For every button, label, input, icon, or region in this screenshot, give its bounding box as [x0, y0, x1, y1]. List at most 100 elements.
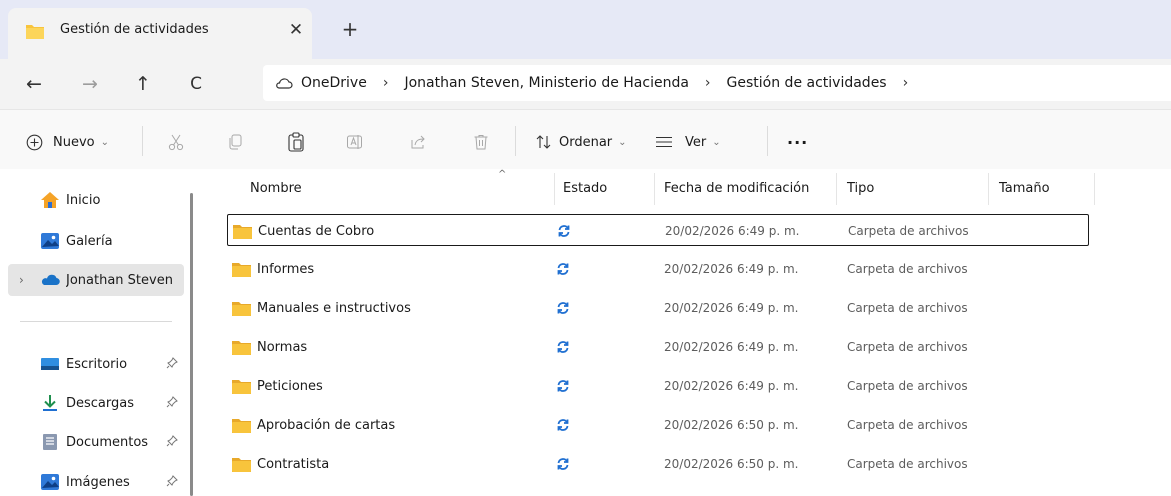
sort-button[interactable]: Ordenar ⌄	[535, 130, 627, 154]
chevron-down-icon: ⌄	[618, 136, 627, 148]
table-row[interactable]: Manuales e instructivos 20/02/2026 6:49 p…	[227, 292, 1089, 324]
tab-strip: Gestión de actividades ✕ +	[0, 0, 1171, 59]
paste-button[interactable]	[287, 130, 305, 154]
file-name-cell[interactable]: Informes	[231, 253, 314, 285]
file-name-cell[interactable]: Cuentas de Cobro	[232, 215, 374, 247]
file-name: Manuales e instructivos	[257, 300, 411, 316]
file-name-cell[interactable]: Contratista	[231, 448, 329, 480]
nav-scrollbar[interactable]	[190, 193, 193, 496]
file-name-cell[interactable]: Peticiones	[231, 370, 323, 402]
file-name: Normas	[257, 339, 308, 355]
back-button[interactable]: ←	[19, 69, 49, 99]
folder-icon	[232, 418, 251, 433]
view-button[interactable]: Ver ⌄	[655, 130, 721, 154]
sidebar-item-label: Imágenes	[66, 474, 130, 490]
pin-icon[interactable]	[166, 474, 178, 490]
column-header-date[interactable]: Fecha de modificación	[664, 169, 809, 207]
tab-gestion-actividades[interactable]: Gestión de actividades ✕	[8, 8, 312, 59]
table-row[interactable]: Normas 20/02/2026 6:49 p. m. Carpeta de ar…	[227, 331, 1089, 363]
command-bar: Nuevo ⌄ Ordenar ⌄ Ver ⌄ ···	[0, 109, 1171, 169]
new-tab-button[interactable]: +	[337, 17, 363, 41]
refresh-button[interactable]: C	[181, 69, 211, 99]
type-cell: Carpeta de archivos	[847, 262, 968, 276]
breadcrumb-item-jonathan[interactable]: Jonathan Steven, Ministerio de Hacienda	[404, 75, 688, 91]
sync-icon	[557, 341, 569, 353]
up-button[interactable]: ↑	[128, 69, 158, 99]
column-header-name[interactable]: Nombre	[250, 169, 302, 207]
chevron-right-icon[interactable]: ›	[383, 75, 389, 91]
documents-icon	[43, 434, 57, 450]
table-row[interactable]: Aprobación de cartas 20/02/2026 6:50 p. m…	[227, 409, 1089, 441]
status-cell	[556, 331, 570, 363]
breadcrumb: OneDrive › Jonathan Steven, Ministerio d…	[275, 65, 924, 101]
nav-divider	[20, 321, 172, 322]
delete-button[interactable]	[472, 130, 490, 154]
sidebar-item-escritorio[interactable]: Escritorio	[8, 348, 184, 380]
copy-button[interactable]	[226, 130, 244, 154]
expand-chevron-icon[interactable]: ›	[19, 273, 24, 287]
more-options-button[interactable]: ···	[787, 130, 808, 154]
column-header-size[interactable]: Tamaño	[999, 169, 1050, 207]
pin-icon[interactable]	[166, 434, 178, 450]
toolbar-divider	[515, 126, 516, 156]
date-cell: 20/02/2026 6:49 p. m.	[664, 301, 799, 315]
column-header-status[interactable]: Estado	[563, 169, 607, 207]
onedrive-cloud-icon	[276, 78, 293, 89]
chevron-right-icon[interactable]: ›	[705, 75, 711, 91]
sidebar-item-galeria[interactable]: Galería	[8, 225, 184, 257]
navigation-bar: ← → ↑ C OneDrive › Jonathan Steven, Mini…	[0, 59, 1171, 109]
sidebar-item-descargas[interactable]: Descargas	[8, 387, 184, 419]
column-divider[interactable]	[1094, 173, 1095, 205]
forward-button[interactable]: →	[75, 69, 105, 99]
sidebar-item-label: Galería	[66, 233, 113, 249]
chevron-down-icon: ⌄	[712, 136, 721, 148]
sidebar-item-documentos[interactable]: Documentos	[8, 426, 184, 458]
file-name-cell[interactable]: Aprobación de cartas	[231, 409, 395, 441]
column-divider[interactable]	[836, 173, 837, 205]
column-divider[interactable]	[654, 173, 655, 205]
sidebar-item-jonathan-steven[interactable]: › Jonathan Steven	[8, 264, 184, 296]
cut-button[interactable]	[167, 130, 185, 154]
cut-icon	[168, 134, 184, 151]
sync-icon	[557, 458, 569, 470]
rename-button[interactable]	[346, 130, 364, 154]
breadcrumb-item-onedrive[interactable]: OneDrive	[301, 75, 367, 91]
type-cell: Carpeta de archivos	[847, 301, 968, 315]
breadcrumb-item-gestion[interactable]: Gestión de actividades	[727, 75, 887, 91]
file-name: Informes	[257, 261, 315, 277]
file-name: Cuentas de Cobro	[258, 223, 375, 239]
close-tab-icon[interactable]: ✕	[283, 18, 309, 42]
sidebar-item-inicio[interactable]: Inicio	[8, 184, 184, 216]
file-name-cell[interactable]: Normas	[231, 331, 307, 363]
column-divider[interactable]	[554, 173, 555, 205]
table-row[interactable]: Peticiones 20/02/2026 6:49 p. m. Carpeta d…	[227, 370, 1089, 402]
toolbar-divider	[767, 126, 768, 156]
column-divider[interactable]	[988, 173, 989, 205]
new-button[interactable]: Nuevo ⌄	[26, 130, 109, 154]
file-name: Peticiones	[257, 378, 323, 394]
sidebar-item-imagenes[interactable]: Imágenes	[8, 466, 184, 496]
status-cell	[556, 253, 570, 285]
sort-icon	[536, 135, 551, 149]
chevron-right-icon[interactable]: ›	[903, 75, 909, 91]
status-cell	[556, 448, 570, 480]
status-cell	[556, 409, 570, 441]
pin-icon[interactable]	[166, 356, 178, 372]
date-cell: 20/02/2026 6:50 p. m.	[664, 457, 799, 471]
view-icon	[656, 136, 672, 148]
date-cell: 20/02/2026 6:49 p. m.	[664, 379, 799, 393]
type-cell: Carpeta de archivos	[847, 379, 968, 393]
new-button-label: Nuevo	[53, 134, 95, 150]
table-row[interactable]: Informes 20/02/2026 6:49 p. m. Carpeta de …	[227, 253, 1089, 285]
column-header-type[interactable]: Tipo	[847, 169, 874, 207]
table-row[interactable]: Cuentas de Cobro 20/02/2026 6:49 p. m. Car…	[227, 214, 1089, 246]
address-bar[interactable]: OneDrive › Jonathan Steven, Ministerio d…	[263, 65, 1171, 101]
rename-icon	[347, 135, 362, 149]
folder-icon	[232, 379, 251, 394]
file-name-cell[interactable]: Manuales e instructivos	[231, 292, 411, 324]
sidebar-item-label: Jonathan Steven	[66, 272, 173, 288]
pin-icon[interactable]	[166, 395, 178, 411]
share-button[interactable]	[409, 130, 427, 154]
table-row[interactable]: Contratista 20/02/2026 6:50 p. m. Carpeta …	[227, 448, 1089, 480]
status-cell	[556, 370, 570, 402]
